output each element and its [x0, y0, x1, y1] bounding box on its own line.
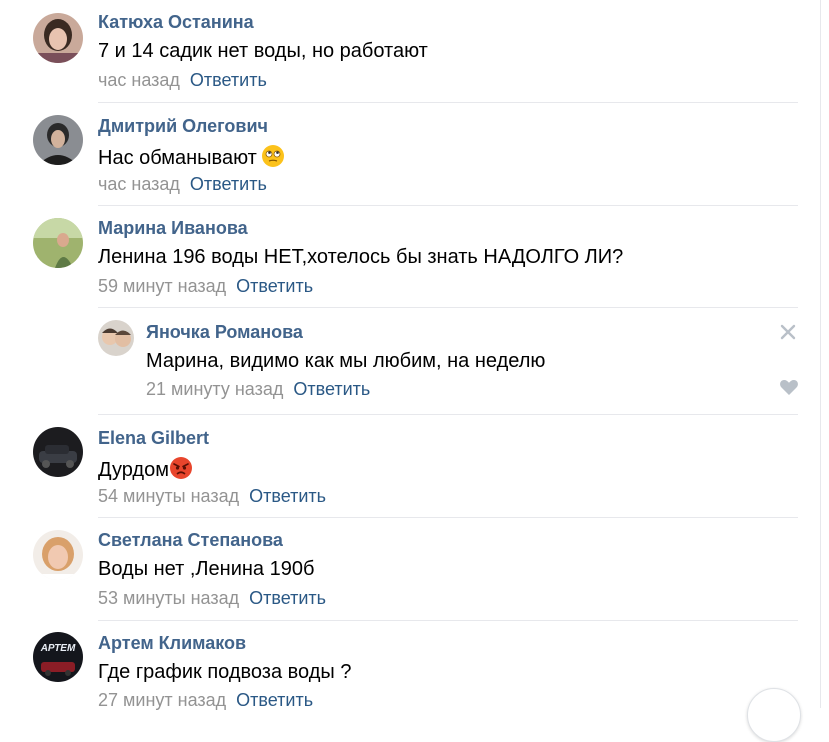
divider — [98, 205, 798, 206]
comment-author[interactable]: Светлана Степанова — [98, 530, 283, 551]
reply-link[interactable]: Ответить — [190, 174, 267, 194]
avatar[interactable] — [33, 530, 83, 580]
close-icon[interactable] — [778, 322, 798, 342]
comment-author[interactable]: Elena Gilbert — [98, 428, 209, 449]
reply-link[interactable]: Ответить — [236, 690, 313, 710]
avatar[interactable] — [98, 320, 134, 356]
scroll-down-icon[interactable] — [747, 688, 801, 742]
divider — [98, 517, 798, 518]
comment-author[interactable]: Дмитрий Олегович — [98, 116, 268, 137]
divider — [98, 307, 798, 308]
avatar[interactable] — [33, 115, 83, 165]
comment-text: Дурдом — [98, 456, 193, 486]
reply-link[interactable]: Ответить — [236, 276, 313, 296]
comment-text: Воды нет ,Ленина 190б — [98, 558, 315, 580]
comment-time[interactable]: 21 минуту назад — [146, 379, 283, 399]
comment-meta: 53 минуты назад Ответить — [98, 588, 326, 609]
avatar[interactable] — [33, 13, 83, 63]
comment-text: Марина, видимо как мы любим, на неделю — [146, 350, 546, 372]
comment-text: Нас обманывают — [98, 144, 285, 174]
comment-meta: 59 минут назад Ответить — [98, 276, 313, 297]
comment-text: Где график подвоза воды ? — [98, 661, 352, 683]
avatar[interactable] — [33, 218, 83, 268]
panel-border — [820, 0, 821, 708]
comment-text: Ленина 196 воды НЕТ,хотелось бы знать НА… — [98, 246, 624, 268]
comment-time[interactable]: 59 минут назад — [98, 276, 226, 296]
comment-author[interactable]: Артем Климаков — [98, 633, 246, 654]
svg-text:АРТЕМ: АРТЕМ — [40, 643, 76, 654]
comment-text: 7 и 14 садик нет воды, но работают — [98, 40, 428, 62]
divider — [98, 620, 798, 621]
reply-link[interactable]: Ответить — [190, 70, 267, 90]
rolling-eyes-emoji — [261, 144, 285, 174]
comment-author[interactable]: Яночка Романова — [146, 322, 303, 343]
avatar[interactable]: АРТЕМ — [33, 632, 83, 682]
angry-face-emoji — [169, 456, 193, 486]
comment-time[interactable]: 27 минут назад — [98, 690, 226, 710]
reply-link[interactable]: Ответить — [293, 379, 370, 399]
divider — [98, 414, 798, 415]
comment-meta: час назад Ответить — [98, 70, 267, 91]
comment-meta: час назад Ответить — [98, 174, 267, 195]
divider — [98, 102, 798, 103]
reply-link[interactable]: Ответить — [249, 588, 326, 608]
comment-meta: 21 минуту назад Ответить — [146, 379, 370, 400]
comment-time[interactable]: час назад — [98, 174, 180, 194]
comment-time[interactable]: час назад — [98, 70, 180, 90]
comment-author[interactable]: Марина Иванова — [98, 218, 248, 239]
heart-icon[interactable] — [779, 378, 799, 396]
avatar[interactable] — [33, 427, 83, 477]
comment-time[interactable]: 54 минуты назад — [98, 486, 239, 506]
comment-meta: 54 минуты назад Ответить — [98, 486, 326, 507]
comment-time[interactable]: 53 минуты назад — [98, 588, 239, 608]
comment-author[interactable]: Катюха Останина — [98, 12, 254, 33]
reply-link[interactable]: Ответить — [249, 486, 326, 506]
